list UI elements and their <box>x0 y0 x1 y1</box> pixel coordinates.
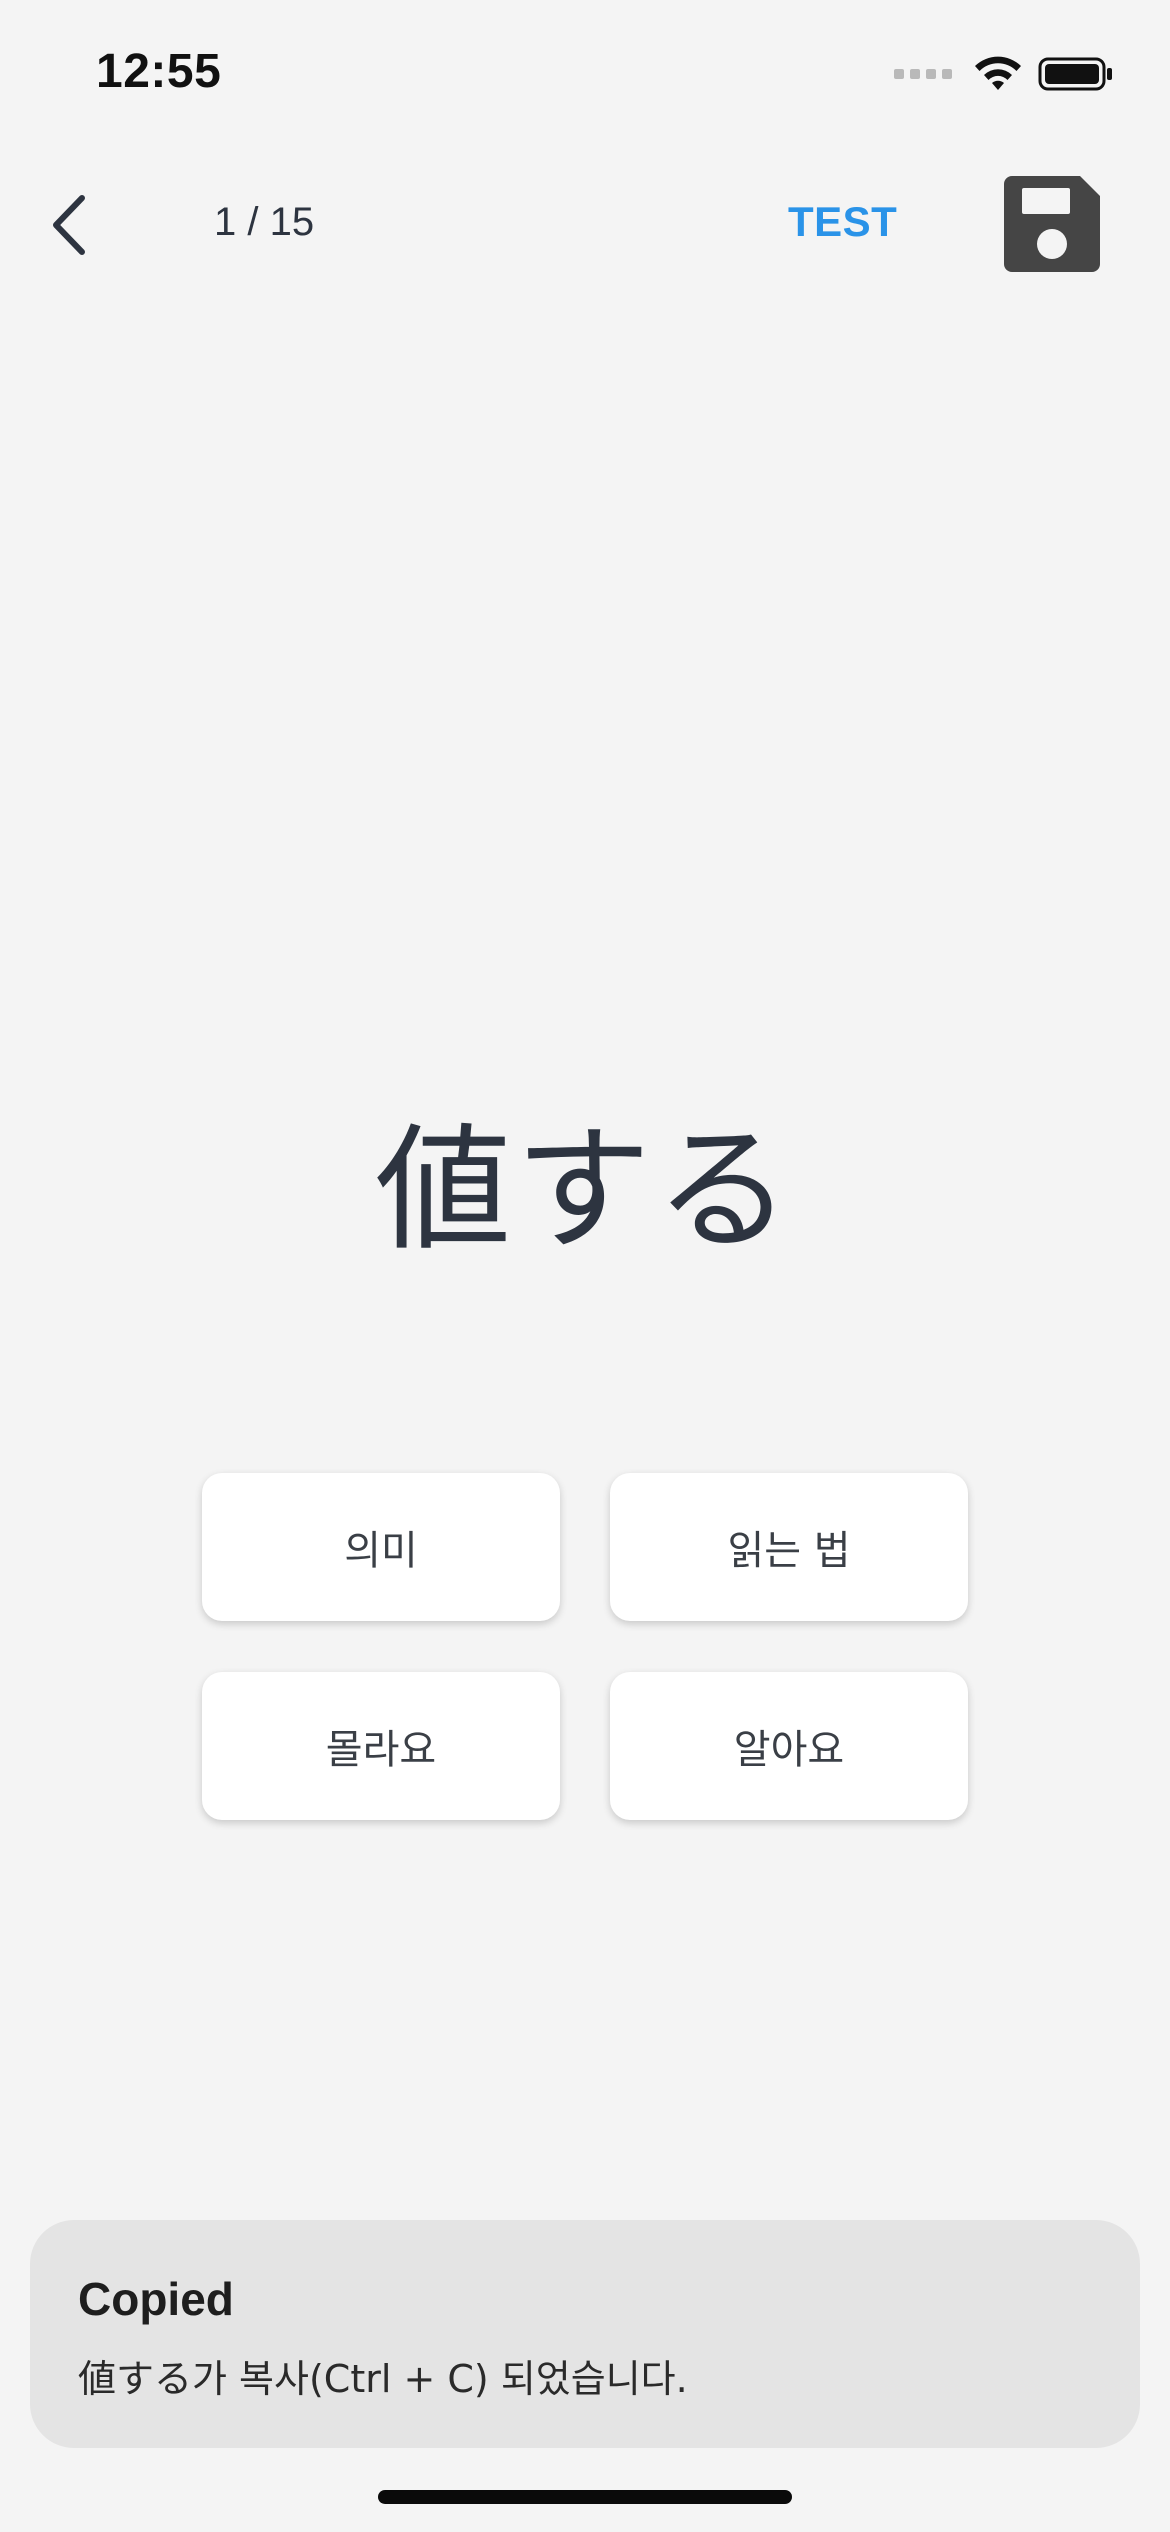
flashcard-word[interactable]: 値する <box>0 1080 1170 1277</box>
save-button[interactable] <box>1002 174 1102 274</box>
dont-know-button[interactable]: 몰라요 <box>202 1672 560 1820</box>
save-floppy-icon <box>1004 176 1100 272</box>
copied-toast: Copied 値する가 복사(Ctrl + C) 되었습니다. <box>30 2220 1140 2448</box>
wifi-icon <box>975 56 1021 90</box>
toast-message: 値する가 복사(Ctrl + C) 되었습니다. <box>78 2357 688 2401</box>
status-time: 12:55 <box>96 45 222 98</box>
reading-button[interactable]: 읽는 법 <box>610 1473 968 1621</box>
back-button[interactable] <box>30 180 106 270</box>
test-button[interactable]: TEST <box>788 198 897 246</box>
status-indicators <box>894 52 1114 96</box>
signal-icon <box>894 69 952 79</box>
card-counter: 1 / 15 <box>214 200 315 244</box>
home-indicator[interactable] <box>378 2490 792 2504</box>
back-chevron-icon <box>53 195 85 255</box>
meaning-button[interactable]: 의미 <box>202 1473 560 1621</box>
toast-title: Copied <box>78 2273 234 2325</box>
battery-icon <box>1038 57 1112 91</box>
know-button[interactable]: 알아요 <box>610 1672 968 1820</box>
